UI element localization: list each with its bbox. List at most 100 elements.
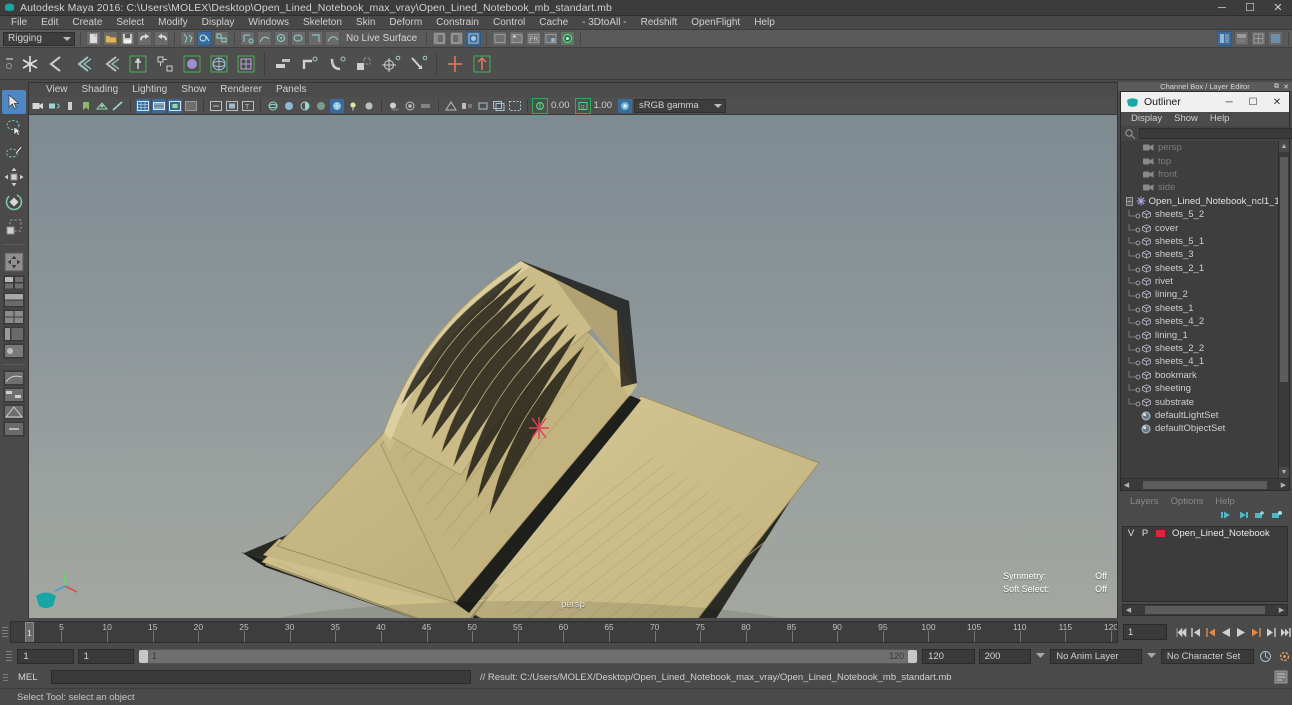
channel-box-close-icon[interactable]: ✕ <box>1283 83 1289 91</box>
create-empty-layer-icon[interactable] <box>1254 510 1265 520</box>
undo-button[interactable] <box>137 31 152 46</box>
snap-to-view-planes-button[interactable] <box>308 31 323 46</box>
close-button[interactable]: ✕ <box>1264 0 1292 16</box>
bind-skin-icon[interactable] <box>125 51 151 77</box>
screen-space-ao-icon[interactable] <box>403 99 417 113</box>
lattice-deformer-icon[interactable] <box>206 51 232 77</box>
shelf-tab-handle[interactable] <box>2 51 16 77</box>
anim-layer-dropdown[interactable]: No Anim Layer <box>1050 648 1142 664</box>
select-by-object-type-button[interactable] <box>197 31 212 46</box>
show-attribute-editor-button[interactable] <box>432 31 448 46</box>
scroll-up-arrow-icon[interactable]: ▲ <box>1279 141 1289 152</box>
viewport-settings-icon[interactable] <box>476 99 490 113</box>
script-editor-icon[interactable] <box>1274 670 1288 684</box>
save-scene-button[interactable] <box>120 31 135 46</box>
layout-four-pane-button[interactable] <box>3 309 25 325</box>
outliner-menu-display[interactable]: Display <box>1125 112 1168 126</box>
lasso-select-tool-button[interactable] <box>2 115 26 139</box>
color-profile-dropdown[interactable]: sRGB gamma <box>634 98 726 113</box>
workspace-layout-4-button[interactable] <box>1268 31 1283 46</box>
scroll-left-arrow-icon[interactable]: ◀ <box>1121 481 1132 489</box>
layout-two-pane-button[interactable] <box>3 292 25 308</box>
viewport-menu-view[interactable]: View <box>39 83 75 97</box>
menu-file[interactable]: File <box>4 16 34 30</box>
ik-spline-handle-icon[interactable] <box>71 51 97 77</box>
menu-cache[interactable]: Cache <box>532 16 575 30</box>
render-current-frame-button[interactable] <box>492 31 508 46</box>
smooth-bind-icon[interactable] <box>179 51 205 77</box>
minimize-button[interactable]: ─ <box>1208 0 1236 16</box>
playback-end-time-field[interactable]: 120 <box>922 648 975 664</box>
layer-visibility-toggle[interactable]: V <box>1127 528 1135 539</box>
aim-constraint-icon[interactable] <box>378 51 404 77</box>
duplicate-view-icon[interactable] <box>492 99 506 113</box>
insert-joint-icon[interactable] <box>98 51 124 77</box>
step-back-key-button[interactable] <box>1204 624 1217 640</box>
rotate-tool-button[interactable] <box>2 190 26 214</box>
outliner-item-cover[interactable]: cover <box>1121 221 1278 234</box>
layer-menu-layers[interactable]: Layers <box>1124 495 1165 509</box>
pole-vector-constraint-icon[interactable] <box>405 51 431 77</box>
mirror-joint-icon[interactable] <box>442 51 468 77</box>
depth-of-field-icon[interactable] <box>460 99 474 113</box>
resolution-gate-icon[interactable] <box>168 98 182 113</box>
redo-button[interactable] <box>154 31 169 46</box>
channel-box-float-icon[interactable]: ⧉ <box>1274 83 1279 91</box>
lock-camera-icon[interactable] <box>47 99 61 113</box>
film-gate-icon[interactable] <box>152 98 166 113</box>
new-scene-button[interactable] <box>86 31 101 46</box>
viewport-menu-lighting[interactable]: Lighting <box>125 83 174 97</box>
outliner-item-persp[interactable]: persp <box>1121 141 1278 154</box>
layer-color-swatch[interactable] <box>1155 529 1166 538</box>
outliner-vertical-scrollbar[interactable]: ▲ ▼ <box>1278 141 1289 478</box>
layout-hypershade-button[interactable] <box>3 343 25 359</box>
ik-handle-tool-icon[interactable] <box>44 51 70 77</box>
ipr-render-button[interactable] <box>509 31 525 46</box>
maximize-button[interactable]: ☐ <box>1236 0 1264 16</box>
smooth-shade-selected-icon[interactable] <box>298 99 312 113</box>
outliner-item-bookmark[interactable]: bookmark <box>1121 369 1278 382</box>
chevron-down-icon[interactable] <box>1146 653 1157 659</box>
outliner-horizontal-scrollbar[interactable]: ◀ ▶ <box>1121 478 1289 490</box>
point-constraint-icon[interactable] <box>297 51 323 77</box>
color-management-icon[interactable] <box>618 98 632 113</box>
use-all-lights-icon[interactable] <box>362 99 376 113</box>
outliner-item-substrate[interactable]: substrate <box>1121 395 1278 408</box>
outliner-menu-show[interactable]: Show <box>1168 112 1204 126</box>
menu-modify[interactable]: Modify <box>151 16 194 30</box>
layout-single-pane-button[interactable] <box>3 275 25 291</box>
menu-windows[interactable]: Windows <box>241 16 296 30</box>
menu-set-dropdown[interactable]: Rigging <box>3 31 75 46</box>
outliner-item-open-lined-notebook-ncl1-1[interactable]: − Open_Lined_Notebook_ncl1_1 <box>1121 195 1278 208</box>
gate-mask-icon[interactable] <box>184 99 198 113</box>
outliner-item-sheets-5-1[interactable]: sheets_5_1 <box>1121 235 1278 248</box>
show-tool-settings-button[interactable] <box>449 31 465 46</box>
timeline-drag-handle[interactable] <box>0 622 10 642</box>
scale-constraint-icon[interactable] <box>351 51 377 77</box>
menu-skin[interactable]: Skin <box>349 16 382 30</box>
menu-control[interactable]: Control <box>486 16 532 30</box>
hypershade-button[interactable] <box>543 31 559 46</box>
layout-relationship-editor-button[interactable] <box>3 387 25 403</box>
viewport-menu-panels[interactable]: Panels <box>269 83 314 97</box>
select-camera-icon[interactable] <box>31 99 45 113</box>
select-by-hierarchy-button[interactable] <box>180 31 195 46</box>
layer-menu-help[interactable]: Help <box>1209 495 1241 509</box>
camera-attributes-icon[interactable] <box>63 99 77 113</box>
workspace-layout-2-button[interactable] <box>1234 31 1249 46</box>
layer-editor-scrollbar[interactable]: ◀ ▶ <box>1122 604 1288 616</box>
menu-edit[interactable]: Edit <box>34 16 65 30</box>
outliner-expand-toggle[interactable]: − <box>1126 196 1133 206</box>
viewport-menu-show[interactable]: Show <box>174 83 213 97</box>
range-end-handle[interactable] <box>908 649 918 663</box>
exposure-value[interactable]: 0.00 <box>549 100 574 111</box>
viewport-menu-renderer[interactable]: Renderer <box>213 83 269 97</box>
scroll-right-arrow-icon[interactable]: ▶ <box>1276 606 1287 614</box>
go-to-end-button[interactable] <box>1279 624 1292 640</box>
outliner-item-defaultlightset[interactable]: defaultLightSet <box>1121 409 1278 422</box>
image-plane-icon[interactable] <box>95 99 109 113</box>
viewport-menu-shading[interactable]: Shading <box>75 83 126 97</box>
layer-move-up-icon[interactable] <box>1220 510 1231 520</box>
cluster-deformer-icon[interactable] <box>233 51 259 77</box>
outliner-item-sheets-3[interactable]: sheets_3 <box>1121 248 1278 261</box>
